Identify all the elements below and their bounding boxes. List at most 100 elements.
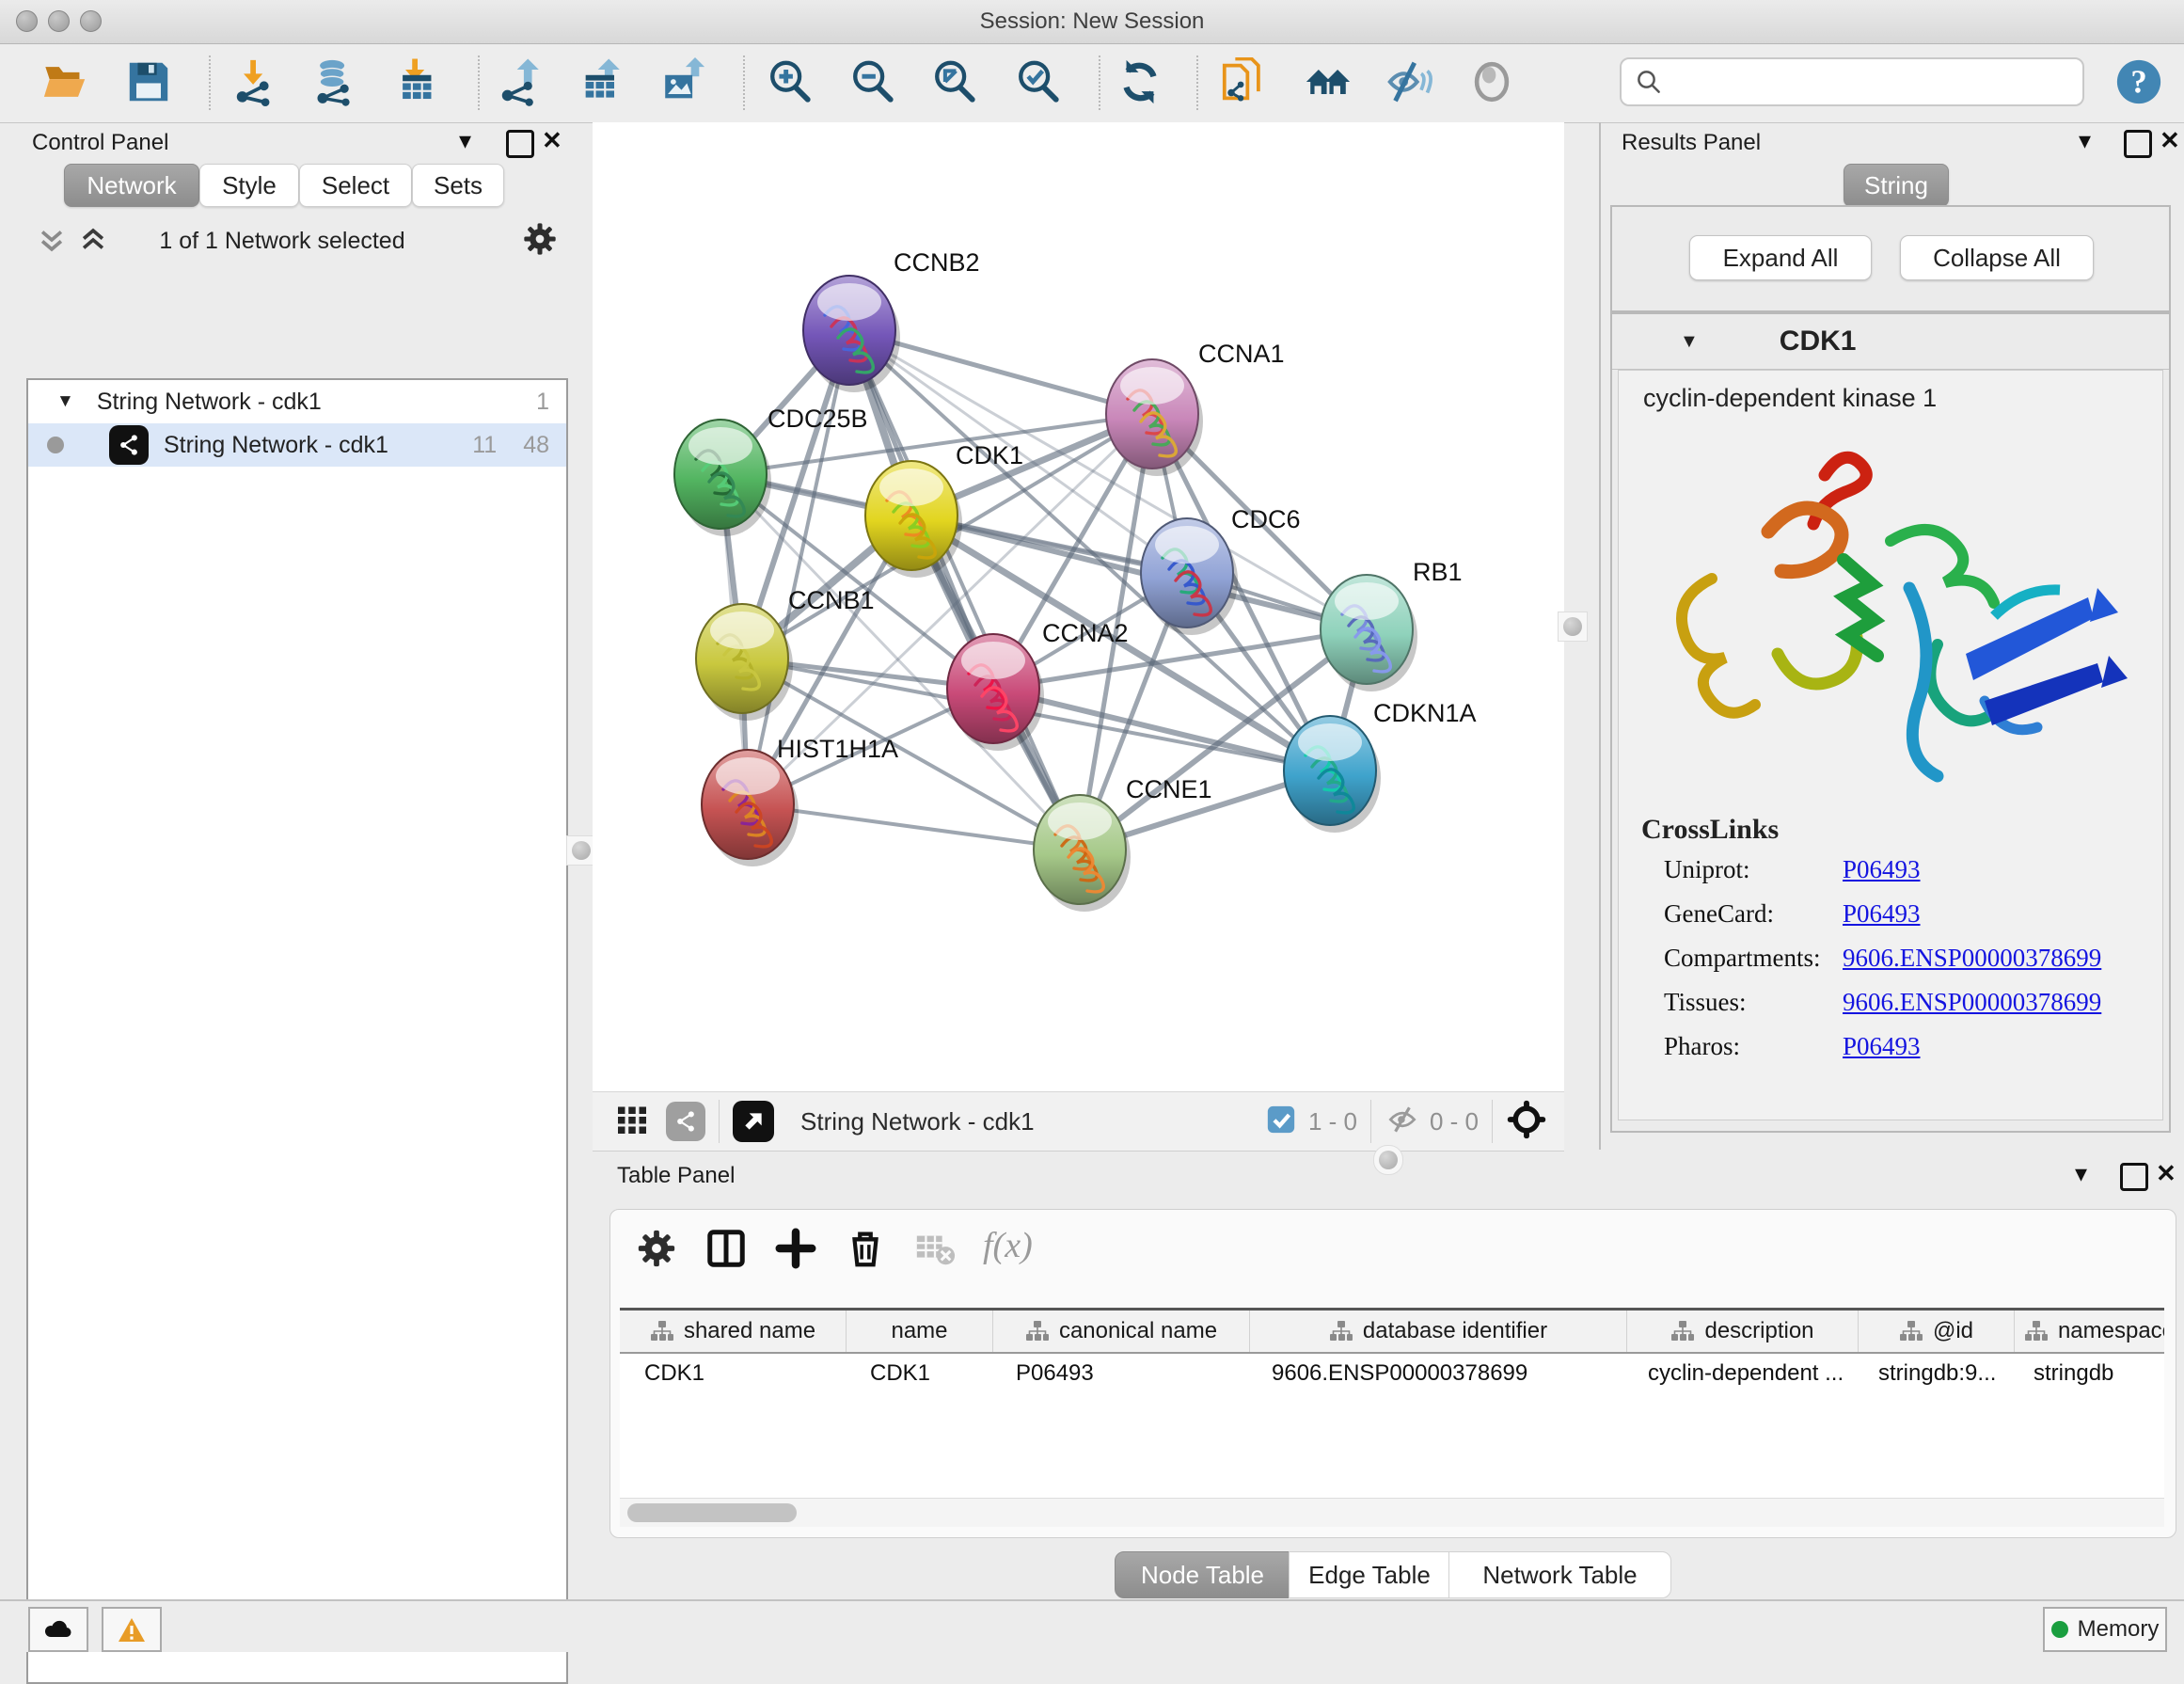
table-cell[interactable]: cyclin-dependent ... xyxy=(1623,1354,1854,1393)
node-CDK1[interactable] xyxy=(865,461,962,578)
expand-all-networks-icon[interactable] xyxy=(77,224,109,261)
tab-network[interactable]: Network xyxy=(64,164,199,207)
show-all-icon[interactable] xyxy=(1467,57,1516,106)
import-table-icon[interactable] xyxy=(393,57,442,106)
crosslink-value-link[interactable]: 9606.ENSP00000378699 xyxy=(1843,988,2101,1017)
network-row-selected[interactable]: String Network - cdk1 11 48 xyxy=(28,423,566,467)
tab-node-table[interactable]: Node Table xyxy=(1115,1551,1290,1598)
tab-sets[interactable]: Sets xyxy=(412,164,504,207)
node-HIST1H1A[interactable] xyxy=(702,750,799,866)
home-pages-icon[interactable] xyxy=(1304,57,1353,106)
node-CCNB2[interactable] xyxy=(803,276,900,392)
protein-expander-icon[interactable]: ▼ xyxy=(1680,331,1699,353)
crosslink-value-link[interactable]: 9606.ENSP00000378699 xyxy=(1843,944,2101,973)
warning-icon xyxy=(118,1617,146,1643)
crosslink-value-link[interactable]: P06493 xyxy=(1843,1032,1921,1061)
fit-content-crosshair-icon[interactable] xyxy=(1506,1099,1547,1145)
tab-edge-table[interactable]: Edge Table xyxy=(1289,1551,1450,1598)
network-view[interactable]: CCNB2CCNA1CDC25BCDK1CDC6RB1CCNB1CCNA2CDK… xyxy=(593,122,1564,1091)
node-CCNA1[interactable] xyxy=(1106,359,1203,476)
table-panel-close-icon[interactable]: ✕ xyxy=(2156,1161,2176,1185)
network-collection-row[interactable]: ▼ String Network - cdk1 1 xyxy=(28,380,566,423)
crosslink-value-link[interactable]: P06493 xyxy=(1843,899,1921,929)
results-panel-menu-icon[interactable]: ▾ xyxy=(2079,128,2091,152)
table-hscroll-thumb[interactable] xyxy=(627,1503,797,1522)
zoom-in-icon[interactable] xyxy=(766,57,815,106)
refresh-icon[interactable] xyxy=(1116,57,1164,106)
help-icon[interactable]: ? xyxy=(2114,57,2163,106)
memory-button[interactable]: Memory xyxy=(2043,1607,2167,1652)
control-panel-float-icon[interactable] xyxy=(506,130,534,158)
tab-select[interactable]: Select xyxy=(299,164,412,207)
zoom-selected-icon[interactable] xyxy=(1014,57,1063,106)
collapse-all-button[interactable]: Collapse All xyxy=(1900,235,2094,280)
column-header-database-identifier[interactable]: database identifier xyxy=(1250,1311,1627,1352)
export-table-icon[interactable] xyxy=(578,57,626,106)
table-hscrollbar[interactable] xyxy=(620,1498,2164,1527)
zoom-out-icon[interactable] xyxy=(848,57,897,106)
table-cell[interactable]: CDK1 xyxy=(620,1354,846,1393)
expand-all-button[interactable]: Expand All xyxy=(1689,235,1872,280)
export-network-icon[interactable] xyxy=(497,57,546,106)
column-header-shared-name[interactable]: shared name xyxy=(620,1311,847,1352)
crosslink-value-link[interactable]: P06493 xyxy=(1843,855,1921,884)
string-badge-icon[interactable] xyxy=(666,1102,705,1141)
collapse-all-networks-icon[interactable] xyxy=(36,224,68,261)
hide-selected-icon[interactable] xyxy=(1385,57,1433,106)
open-session-icon[interactable] xyxy=(41,57,90,106)
import-network-database-icon[interactable] xyxy=(310,57,359,106)
network-edge-count: 48 xyxy=(523,432,549,459)
node-table[interactable]: shared namenamecanonical name database id… xyxy=(620,1308,2164,1501)
column-header-name[interactable]: name xyxy=(847,1311,993,1352)
column-header-label: database identifier xyxy=(1363,1318,1547,1344)
search-input[interactable] xyxy=(1670,69,2082,95)
column-header--id[interactable]: @id xyxy=(1859,1311,2015,1352)
network-options-gear-icon[interactable] xyxy=(521,220,559,262)
node-CCNE1[interactable] xyxy=(1034,795,1131,912)
table-cell[interactable]: stringdb xyxy=(2009,1354,2164,1393)
protein-header-row[interactable]: ▼ CDK1 xyxy=(1612,314,2169,370)
tab-network-table[interactable]: Network Table xyxy=(1448,1551,1671,1598)
hidden-eye-icon[interactable] xyxy=(1385,1102,1420,1142)
node-CDC6[interactable] xyxy=(1141,518,1238,635)
column-header-namespace[interactable]: namespace xyxy=(2015,1311,2164,1352)
save-session-icon[interactable] xyxy=(124,57,173,106)
table-cell[interactable]: stringdb:9... xyxy=(1854,1354,2009,1393)
results-panel-close-icon[interactable]: ✕ xyxy=(2160,128,2180,152)
collection-expander-icon[interactable]: ▼ xyxy=(56,391,74,412)
import-network-file-icon[interactable] xyxy=(231,57,280,106)
grid-view-icon[interactable] xyxy=(615,1103,649,1141)
protein-name: CDK1 xyxy=(1780,326,1857,357)
node-RB1[interactable] xyxy=(1321,575,1417,691)
table-panel-float-icon[interactable] xyxy=(2120,1163,2148,1191)
zoom-fit-icon[interactable] xyxy=(930,57,979,106)
selected-checkbox-icon[interactable] xyxy=(1265,1104,1297,1140)
cloud-status-button[interactable] xyxy=(28,1607,88,1652)
export-image-icon[interactable] xyxy=(658,57,707,106)
table-cell[interactable]: P06493 xyxy=(991,1354,1247,1393)
copy-network-style-icon[interactable] xyxy=(1219,57,1268,106)
tab-style[interactable]: Style xyxy=(199,164,299,207)
show-columns-icon[interactable] xyxy=(704,1227,748,1270)
node-CCNB1[interactable] xyxy=(696,604,793,721)
add-column-icon[interactable] xyxy=(774,1227,817,1270)
warning-status-button[interactable] xyxy=(102,1607,162,1652)
node-CDKN1A[interactable] xyxy=(1284,716,1381,833)
namespace-tree-icon xyxy=(1025,1320,1050,1342)
results-panel-float-icon[interactable] xyxy=(2124,130,2152,158)
column-header-description[interactable]: description xyxy=(1627,1311,1859,1352)
table-cell[interactable]: CDK1 xyxy=(846,1354,991,1393)
column-header-canonical-name[interactable]: canonical name xyxy=(993,1311,1250,1352)
tab-string[interactable]: String xyxy=(1844,164,1949,207)
table-options-gear-icon[interactable] xyxy=(635,1227,678,1270)
node-CCNA2[interactable] xyxy=(947,634,1044,751)
birdseye-view-icon[interactable] xyxy=(733,1101,774,1142)
status-bar: Memory xyxy=(0,1599,2184,1652)
delete-column-icon[interactable] xyxy=(844,1227,887,1270)
table-panel-menu-icon[interactable]: ▾ xyxy=(2075,1161,2087,1185)
right-splitter-handle[interactable] xyxy=(1558,612,1588,642)
table-row[interactable]: CDK1CDK1P064939606.ENSP00000378699cyclin… xyxy=(620,1354,2164,1393)
control-panel-close-icon[interactable]: ✕ xyxy=(542,128,562,152)
table-cell[interactable]: 9606.ENSP00000378699 xyxy=(1247,1354,1623,1393)
control-panel-menu-icon[interactable]: ▾ xyxy=(459,128,471,152)
